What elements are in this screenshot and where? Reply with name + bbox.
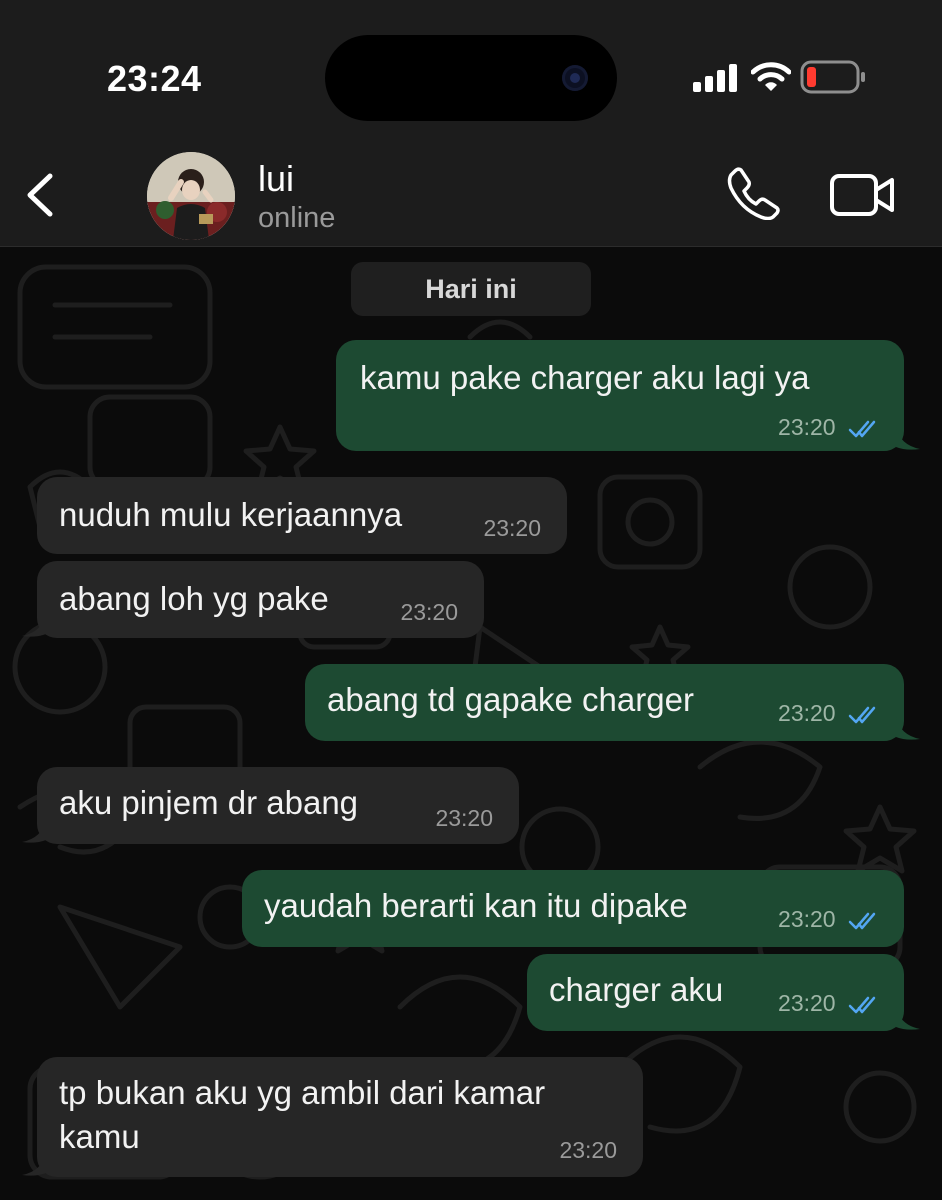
- status-bar: 23:24: [0, 0, 942, 140]
- message-time: 23:20: [778, 906, 836, 932]
- message-time: 23:20: [559, 1137, 617, 1163]
- dynamic-island: [325, 35, 617, 121]
- outgoing-message[interactable]: yaudah berarti kan itu dipake 23:20: [242, 870, 904, 947]
- incoming-message[interactable]: nuduh mulu kerjaannya 23:20: [37, 477, 567, 554]
- bubble-tail: [896, 1007, 920, 1030]
- status-time: 23:24: [107, 58, 202, 99]
- read-receipt-double-check-icon: [848, 420, 876, 438]
- incoming-message[interactable]: tp bukan aku yg ambil dari kamar kamu 23…: [37, 1057, 643, 1177]
- wifi-icon: [751, 62, 791, 91]
- message-text: abang td gapake charger: [327, 681, 694, 718]
- chat-area[interactable]: Hari ini kamu pake charger aku lagi ya 2…: [0, 247, 942, 1200]
- message-meta: 23:20: [778, 990, 884, 1017]
- message-time: 23:20: [778, 990, 836, 1016]
- bubble-tail: [896, 717, 920, 740]
- read-receipt-double-check-icon: [848, 996, 876, 1014]
- read-receipt-double-check-icon: [848, 706, 876, 724]
- message-text: abang loh yg pake: [59, 580, 329, 617]
- message-time: 23:20: [435, 805, 493, 831]
- message-meta: 23:20: [778, 906, 884, 933]
- read-receipt-double-check-icon: [848, 912, 876, 930]
- message-time: 23:20: [778, 414, 836, 440]
- contact-status: online: [258, 202, 336, 234]
- message-text: yaudah berarti kan itu dipake: [264, 887, 688, 924]
- battery-low-icon: [800, 60, 865, 94]
- video-camera-icon[interactable]: [830, 172, 896, 218]
- incoming-message[interactable]: aku pinjem dr abang 23:20: [37, 767, 519, 844]
- message-text: kamu pake charger aku lagi ya: [360, 359, 810, 396]
- message-text: aku pinjem dr abang: [59, 784, 359, 821]
- bubble-tail: [22, 820, 46, 843]
- cellular-signal-icon: [693, 64, 737, 92]
- bubble-tail: [22, 614, 46, 637]
- message-time: 23:20: [778, 700, 836, 726]
- phone-icon[interactable]: [727, 166, 781, 220]
- message-text: tp bukan aku yg ambil dari kamar kamu: [59, 1074, 546, 1155]
- chat-header: lui online: [0, 140, 942, 247]
- outgoing-message[interactable]: kamu pake charger aku lagi ya 23:20: [336, 340, 904, 451]
- outgoing-message[interactable]: abang td gapake charger 23:20: [305, 664, 904, 741]
- chevron-left-icon[interactable]: [20, 170, 60, 220]
- date-divider: Hari ini: [351, 262, 591, 316]
- outgoing-message[interactable]: charger aku 23:20: [527, 954, 904, 1031]
- message-text: charger aku: [549, 971, 724, 1008]
- front-camera-icon: [562, 65, 588, 91]
- message-time: 23:20: [483, 515, 541, 541]
- avatar[interactable]: [147, 152, 235, 240]
- contact-name[interactable]: lui: [258, 158, 294, 200]
- message-meta: 23:20: [778, 700, 884, 727]
- bubble-tail: [22, 1153, 46, 1176]
- incoming-message[interactable]: abang loh yg pake 23:20: [37, 561, 484, 638]
- message-time: 23:20: [400, 599, 458, 625]
- message-meta: 23:20: [778, 414, 884, 441]
- bubble-tail: [896, 427, 920, 450]
- message-text: nuduh mulu kerjaannya: [59, 496, 403, 533]
